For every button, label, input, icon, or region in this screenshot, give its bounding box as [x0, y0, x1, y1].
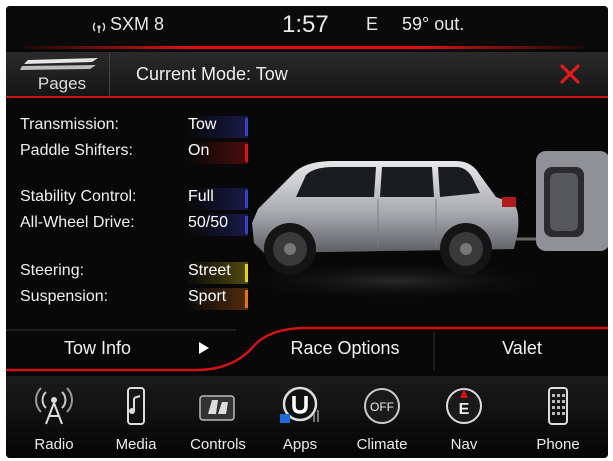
dock-apps[interactable]: Apps	[262, 376, 338, 458]
setting-value: 50/50	[186, 214, 248, 236]
dock-label: Phone	[536, 436, 580, 453]
indicator-bar	[245, 118, 248, 136]
dock-climate[interactable]: OFF Climate	[344, 376, 420, 458]
tab-race-options[interactable]: Race Options	[256, 328, 434, 368]
vehicle-illustration	[244, 151, 608, 301]
clock: 1:57	[282, 11, 329, 38]
setting-label: All-Wheel Drive:	[20, 214, 135, 231]
setting-all-wheel-drive: All-Wheel Drive: 50/50	[20, 214, 270, 238]
dock-label: Radio	[34, 436, 74, 453]
pages-label: Pages	[37, 74, 87, 93]
play-arrow-icon	[199, 342, 209, 354]
dock-radio[interactable]: Radio	[16, 376, 92, 458]
setting-label: Transmission:	[20, 116, 119, 133]
dock-label: Controls	[190, 436, 246, 453]
setting-transmission: Transmission: Tow	[20, 116, 270, 140]
setting-value: On	[186, 142, 248, 164]
controls-icon	[199, 395, 235, 421]
setting-value: Tow	[186, 116, 248, 138]
setting-label: Suspension:	[20, 288, 109, 305]
setting-label: Stability Control:	[20, 188, 137, 205]
dock-controls[interactable]: Controls	[180, 376, 256, 458]
nav-icon: E	[446, 388, 482, 424]
outside-temperature: 59° out.	[402, 14, 465, 34]
dock-label: Nav	[450, 436, 478, 453]
status-bar: SXM 8 1:57 E 59° out.	[6, 6, 608, 48]
tab-bar: Tow Info Race Options Valet	[6, 326, 608, 372]
setting-label: Paddle Shifters:	[20, 142, 133, 159]
setting-label: Steering:	[20, 262, 85, 279]
page-title: Current Mode: Tow	[136, 64, 288, 84]
svg-text:E: E	[459, 401, 470, 418]
setting-stability-control: Stability Control: Full	[20, 188, 270, 212]
dock-label: Media	[115, 436, 157, 453]
indicator-bar	[245, 290, 248, 308]
setting-suspension: Suspension: Sport	[20, 288, 270, 312]
setting-value: Sport	[186, 288, 248, 310]
pages-button[interactable]: Pages	[14, 52, 110, 96]
indicator-bar	[245, 216, 248, 234]
close-icon[interactable]	[556, 60, 584, 88]
dock: Radio Media Controls Apps OFF Climate E …	[6, 376, 608, 458]
setting-steering: Steering: Street	[20, 262, 270, 286]
screen: SXM 8 1:57 E 59° out. Pages Current Mode…	[6, 6, 608, 458]
drive-settings-list: Transmission: Tow Paddle Shifters: On St…	[6, 116, 266, 316]
tab-valet[interactable]: Valet	[436, 328, 608, 368]
phone-icon	[548, 387, 568, 425]
indicator-bar	[245, 144, 248, 162]
climate-icon: OFF	[364, 388, 400, 424]
svg-text:OFF: OFF	[370, 400, 394, 414]
setting-value: Street	[186, 262, 248, 284]
srt-logo	[20, 58, 98, 70]
radio-source: SXM 8	[110, 14, 165, 34]
dock-media[interactable]: Media	[98, 376, 174, 458]
media-icon	[127, 387, 145, 425]
indicator-bar	[245, 264, 248, 282]
indicator-bar	[245, 190, 248, 208]
setting-value: Full	[186, 188, 248, 210]
tab-tow-info[interactable]: Tow Info	[26, 328, 226, 368]
setting-paddle-shifters: Paddle Shifters: On	[20, 142, 270, 166]
dock-nav[interactable]: E Nav	[426, 376, 502, 458]
dock-phone[interactable]: Phone	[520, 376, 596, 458]
dock-label: Climate	[356, 436, 408, 453]
satellite-signal-icon	[92, 22, 106, 33]
header: Pages Current Mode: Tow	[6, 52, 608, 98]
compass-heading: E	[366, 14, 379, 34]
dock-label: Apps	[282, 436, 318, 453]
radio-icon	[35, 387, 73, 425]
apps-icon	[280, 386, 319, 423]
status-divider	[24, 46, 584, 49]
